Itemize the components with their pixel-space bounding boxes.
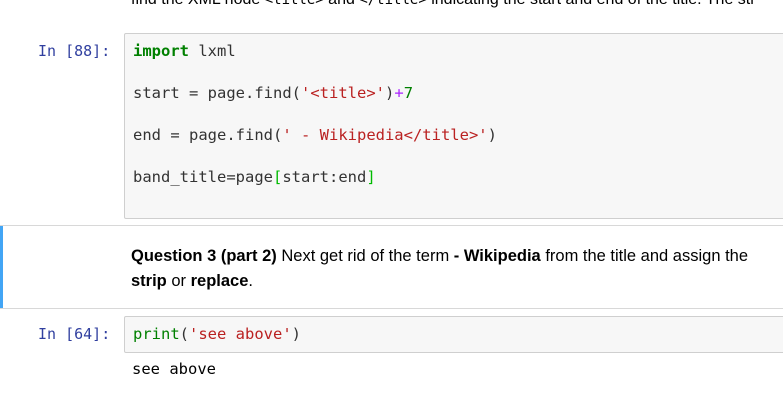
code-token: = xyxy=(170,126,180,144)
markdown-line-2: strip or replace. xyxy=(131,269,783,294)
cell-output: see above xyxy=(132,360,216,378)
cell-prompt: In [64]: xyxy=(38,325,111,343)
code-token: ( xyxy=(179,325,190,343)
bold-term: - Wikipedia xyxy=(453,247,541,265)
code-token: '<title>' xyxy=(301,84,385,102)
code-line: start = page.find('<title>')+7 xyxy=(133,84,413,102)
markdown-text: and xyxy=(324,0,360,8)
code-token: ' - Wikipedia</title>' xyxy=(282,126,488,144)
question-label: Question 3 (part 2) xyxy=(131,247,277,265)
code-editor[interactable]: print('see above') xyxy=(124,316,783,353)
inline-code: </title> xyxy=(359,0,427,8)
code-token: ] xyxy=(366,168,376,186)
code-token: [ xyxy=(273,168,283,186)
code-token: start:end xyxy=(282,168,367,186)
markdown-cell-selected[interactable]: Question 3 (part 2) Next get rid of the … xyxy=(0,225,783,309)
code-token: end xyxy=(133,126,171,144)
bold-strip: strip xyxy=(131,272,167,290)
code-token: = xyxy=(226,168,236,186)
code-token: print xyxy=(133,325,180,343)
markdown-text: or xyxy=(166,272,191,290)
markdown-text: from the title and assign the xyxy=(540,247,749,265)
code-token: 'see above' xyxy=(189,325,292,343)
code-token: 7 xyxy=(403,84,414,102)
code-line: end = page.find(' - Wikipedia</title>') xyxy=(133,126,497,144)
markdown-text: indicating the start and end of the titl… xyxy=(427,0,755,8)
code-line: band_title=page[start:end] xyxy=(133,168,376,186)
code-line: import lxml xyxy=(133,42,236,60)
inline-code: <title> xyxy=(264,0,324,8)
markdown-text: . xyxy=(248,272,253,290)
code-token: page.find( xyxy=(198,84,301,102)
code-token: band_title xyxy=(133,168,227,186)
code-token: start xyxy=(133,84,189,102)
code-token: = xyxy=(189,84,199,102)
markdown-cell-top[interactable]: find the XML node <title> and </title> i… xyxy=(131,0,756,9)
bold-replace: replace xyxy=(190,272,249,290)
markdown-text: Next get rid of the term xyxy=(276,247,454,265)
code-token: import xyxy=(133,42,189,60)
code-line: print('see above') xyxy=(133,325,301,343)
code-token: ) xyxy=(291,325,302,343)
code-token: lxml xyxy=(189,42,236,60)
code-token: + xyxy=(394,84,404,102)
selection-indicator xyxy=(0,226,3,308)
code-editor[interactable]: import lxml start = page.find('<title>')… xyxy=(124,33,783,219)
markdown-text: find the XML node xyxy=(131,0,265,8)
code-token: ) xyxy=(487,126,497,144)
markdown-content: Question 3 (part 2) Next get rid of the … xyxy=(131,244,783,294)
markdown-line-1: Question 3 (part 2) Next get rid of the … xyxy=(131,244,783,269)
cell-prompt: In [88]: xyxy=(38,42,111,60)
code-token: page xyxy=(235,168,273,186)
code-token: ) xyxy=(385,84,395,102)
code-token: page.find( xyxy=(179,126,283,144)
